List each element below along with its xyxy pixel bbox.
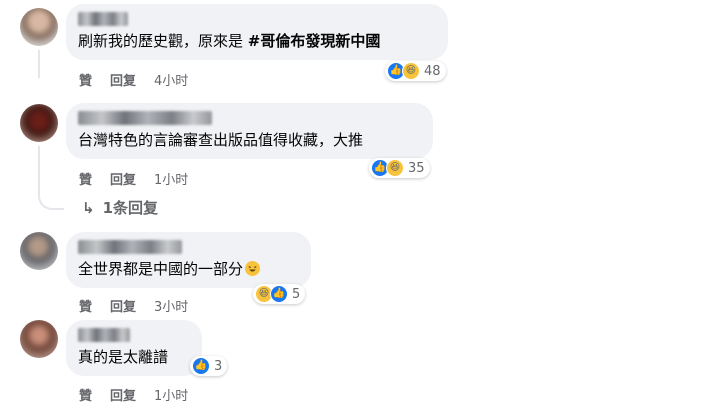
reaction-summary[interactable]: 👍 😆 48	[385, 61, 446, 81]
timestamp[interactable]: 1小时	[154, 389, 188, 404]
reaction-count: 35	[408, 160, 425, 176]
like-action[interactable]: 贊	[79, 389, 92, 404]
comment-actions: 贊 回复 1小时	[79, 169, 206, 188]
avatar[interactable]	[20, 320, 58, 358]
like-action[interactable]: 贊	[79, 173, 92, 188]
comment-text: 刷新我的歷史觀，原來是 #哥倫布發現新中國	[78, 32, 381, 50]
avatar[interactable]	[20, 232, 58, 270]
comment-text: 真的是太離譜	[78, 348, 169, 366]
author-name[interactable]	[78, 240, 182, 254]
comment-bubble: 真的是太離譜	[66, 320, 202, 376]
haha-icon: 😆	[402, 62, 420, 80]
reaction-count: 48	[424, 63, 441, 79]
author-name[interactable]	[78, 111, 212, 125]
comment-actions: 贊 回复 3小时	[79, 296, 206, 315]
reply-action[interactable]: 回复	[110, 389, 136, 404]
view-replies-link[interactable]: ↳ 1条回复	[82, 197, 158, 218]
hashtag-link[interactable]: #哥倫布發現新中國	[248, 32, 381, 50]
reply-action[interactable]: 回复	[110, 74, 136, 89]
reaction-summary[interactable]: 👍 3	[190, 356, 228, 376]
reaction-summary[interactable]: 👍 😆 35	[369, 158, 430, 178]
timestamp[interactable]: 1小时	[154, 173, 188, 188]
comment-actions: 贊 回复 4小时	[79, 70, 206, 89]
timestamp[interactable]: 3小时	[154, 300, 188, 315]
like-action[interactable]: 贊	[79, 74, 92, 89]
comment-text: 台灣特色的言論審查出版品值得收藏，大推	[78, 131, 364, 149]
reply-action[interactable]: 回复	[110, 173, 136, 188]
thread-line	[38, 50, 40, 78]
replies-count-label: 1条回复	[102, 199, 159, 217]
haha-icon: 😆	[386, 159, 404, 177]
like-icon: 👍	[270, 285, 288, 303]
timestamp[interactable]: 4小时	[154, 74, 188, 89]
comment-actions: 贊 回复 1小时	[79, 385, 206, 404]
like-action[interactable]: 贊	[79, 300, 92, 315]
comment-text: 全世界都是中國的一部分	[78, 259, 261, 279]
reaction-count: 5	[292, 286, 301, 302]
reply-arrow-icon: ↳	[82, 199, 95, 217]
comment-bubble: 全世界都是中國的一部分	[66, 232, 311, 288]
reaction-count: 3	[214, 358, 223, 374]
like-icon: 👍	[192, 357, 210, 375]
reaction-summary[interactable]: 😆 👍 5	[253, 284, 306, 304]
avatar[interactable]	[20, 8, 58, 46]
comment-bubble: 刷新我的歷史觀，原來是 #哥倫布發現新中國	[66, 4, 448, 60]
rolling-laughing-emoji	[245, 261, 261, 276]
avatar[interactable]	[20, 104, 58, 142]
thread-connector	[38, 186, 64, 210]
author-name[interactable]	[78, 12, 128, 26]
comment-bubble: 台灣特色的言論審查出版品值得收藏，大推	[66, 103, 433, 159]
author-name[interactable]	[78, 328, 130, 342]
reply-action[interactable]: 回复	[110, 300, 136, 315]
thread-line	[38, 146, 40, 188]
